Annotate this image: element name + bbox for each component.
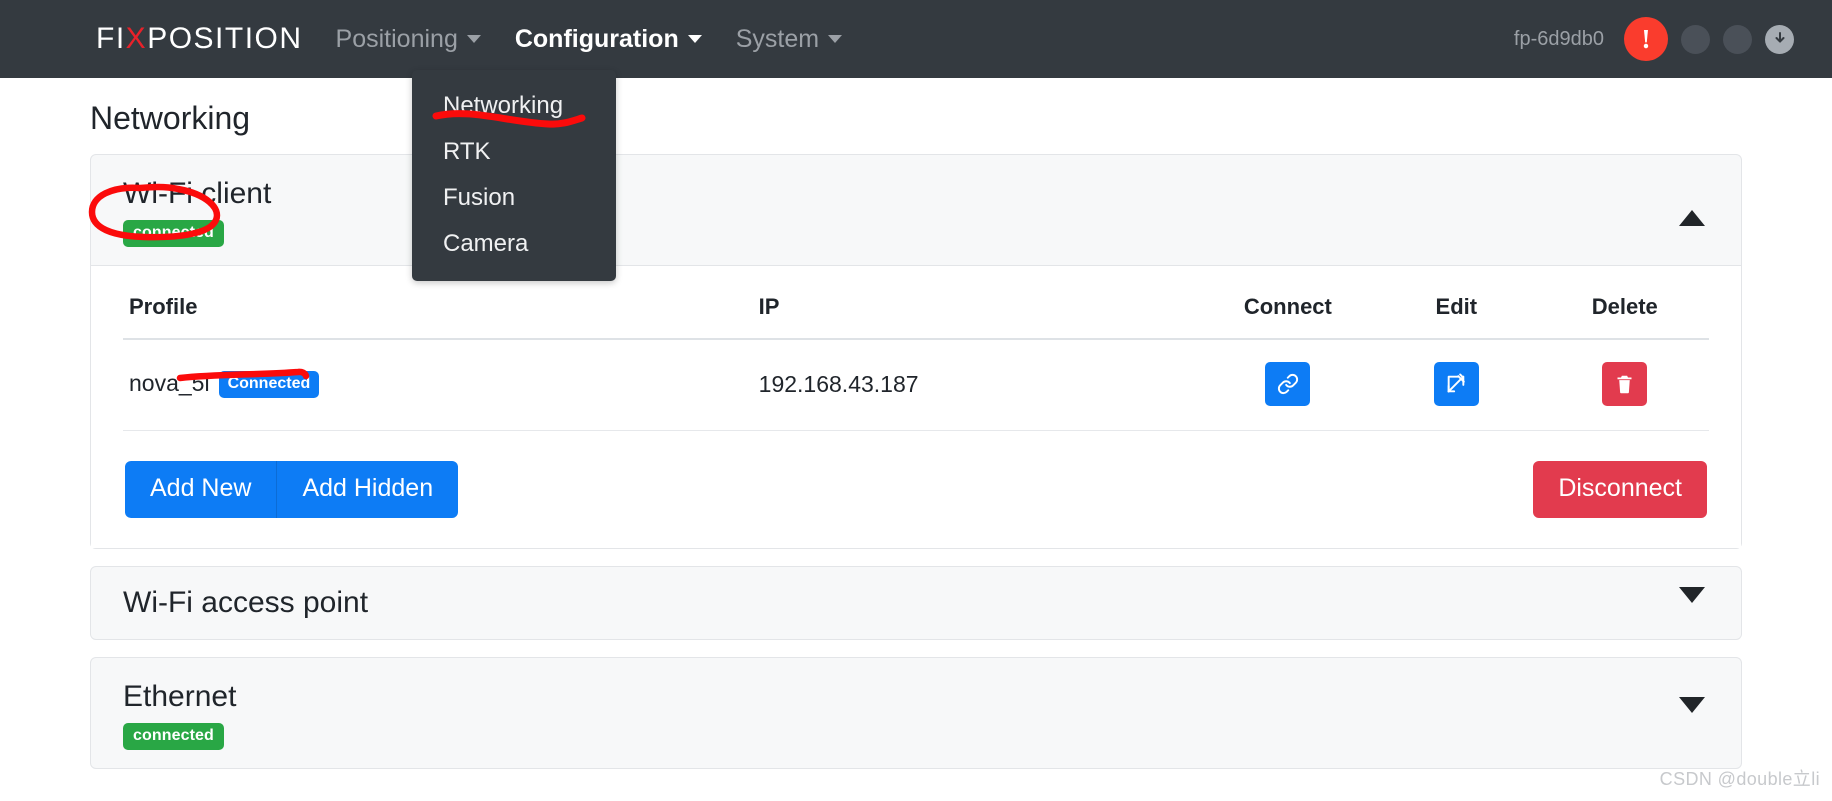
brand-text-x: X: [125, 22, 148, 55]
main-content: Networking Wi-Fi client connected Profil…: [0, 78, 1832, 769]
dropdown-item-networking[interactable]: Networking: [412, 83, 616, 129]
edit-button[interactable]: [1433, 362, 1479, 406]
wifi-table-header-row: Profile IP Connect Edit Delete: [123, 266, 1709, 340]
chevron-down-icon: [1679, 587, 1705, 603]
ethernet-title: Ethernet: [123, 680, 237, 713]
profile-connected-badge: Connected: [218, 371, 320, 398]
chevron-down-icon: [466, 35, 481, 43]
brand-text-post: POSITION: [147, 22, 303, 55]
dropdown-item-fusion[interactable]: Fusion: [412, 175, 616, 221]
cell-delete: [1540, 339, 1709, 431]
cell-edit: [1372, 339, 1541, 431]
nav-items: Positioning Configuration System: [319, 25, 860, 54]
dropdown-item-fusion-label: Fusion: [443, 184, 516, 211]
wifi-client-actions: Add New Add Hidden Disconnect: [91, 431, 1741, 548]
wifi-ap-title: Wi-Fi access point: [123, 586, 369, 619]
page-title: Networking: [90, 100, 251, 136]
column-header-edit: Edit: [1372, 266, 1541, 340]
wifi-client-body: Profile IP Connect Edit Delete nova_5i Co…: [91, 265, 1741, 548]
nav-item-system[interactable]: System: [719, 25, 859, 54]
nav-item-positioning-label: Positioning: [335, 24, 458, 53]
nav-item-system-label: System: [735, 24, 820, 53]
cell-profile: nova_5i Connected: [123, 339, 759, 431]
nav-item-configuration-label: Configuration: [514, 24, 679, 53]
chevron-down-icon: [687, 35, 702, 43]
dropdown-item-rtk-label: RTK: [443, 138, 491, 165]
wifi-table-body: nova_5i Connected 192.168.43.187: [123, 339, 1709, 431]
connect-button[interactable]: [1265, 362, 1311, 406]
dropdown-item-camera[interactable]: Camera: [412, 221, 616, 267]
brand-text-pre: FI: [96, 22, 126, 55]
chevron-down-icon: [828, 35, 843, 43]
nav-item-positioning[interactable]: Positioning: [319, 25, 498, 54]
configuration-dropdown-menu: Networking RTK Fusion Camera: [412, 70, 616, 281]
app-root: FIXPOSITION Positioning Configuration Sy…: [0, 0, 1832, 801]
cell-ip-address: 192.168.43.187: [758, 339, 1204, 431]
edit-pencil-icon: [1445, 373, 1467, 395]
wifi-client-title: Wi-Fi client: [123, 177, 272, 210]
brand-logo[interactable]: FIXPOSITION: [96, 22, 303, 56]
delete-button[interactable]: [1602, 362, 1648, 406]
column-header-connect: Connect: [1203, 266, 1373, 340]
ethernet-header[interactable]: Ethernet connected: [91, 658, 1741, 768]
chevron-down-icon: [1679, 697, 1705, 713]
link-icon: [1277, 373, 1299, 395]
status-dot-2-icon[interactable]: [1723, 24, 1752, 54]
navbar-right-cluster: fp-6d9db0 !: [1514, 17, 1794, 61]
wifi-table-head: Profile IP Connect Edit Delete: [123, 266, 1709, 340]
wifi-client-status-badge: connected: [123, 220, 224, 247]
add-new-button[interactable]: Add New: [125, 461, 277, 518]
wifi-ap-header[interactable]: Wi-Fi access point: [91, 567, 1741, 639]
nav-item-configuration[interactable]: Configuration: [498, 25, 719, 54]
status-dot-1-icon[interactable]: [1681, 24, 1710, 54]
chevron-up-icon: [1679, 210, 1705, 226]
device-id-label: fp-6d9db0: [1513, 27, 1604, 50]
alert-exclamation-glyph: !: [1641, 23, 1651, 54]
ethernet-status-badge: connected: [123, 723, 224, 750]
dropdown-item-networking-label: Networking: [443, 92, 564, 119]
disconnect-button[interactable]: Disconnect: [1533, 461, 1707, 518]
top-navbar: FIXPOSITION Positioning Configuration Sy…: [0, 0, 1832, 78]
alert-warning-icon[interactable]: !: [1624, 17, 1668, 61]
column-header-ip: IP: [758, 266, 1204, 340]
card-wifi-access-point: Wi-Fi access point: [90, 566, 1742, 640]
wifi-client-header[interactable]: Wi-Fi client connected: [91, 155, 1741, 265]
table-row: nova_5i Connected 192.168.43.187: [123, 339, 1709, 431]
add-hidden-button[interactable]: Add Hidden: [276, 461, 459, 518]
dropdown-item-camera-label: Camera: [443, 230, 529, 257]
column-header-delete: Delete: [1540, 266, 1709, 340]
wifi-profiles-table: Profile IP Connect Edit Delete nova_5i Co…: [123, 266, 1709, 431]
cell-connect: [1203, 339, 1373, 431]
watermark-text: CSDN @double立li: [1659, 769, 1820, 789]
trash-icon: [1614, 374, 1635, 395]
profile-name: nova_5i: [129, 370, 210, 396]
dropdown-item-rtk[interactable]: RTK: [412, 129, 616, 175]
card-wifi-client: Wi-Fi client connected Profile IP Connec…: [90, 154, 1742, 549]
card-ethernet: Ethernet connected: [90, 657, 1742, 769]
add-button-group: Add New Add Hidden: [125, 461, 459, 518]
download-icon[interactable]: [1765, 24, 1794, 54]
